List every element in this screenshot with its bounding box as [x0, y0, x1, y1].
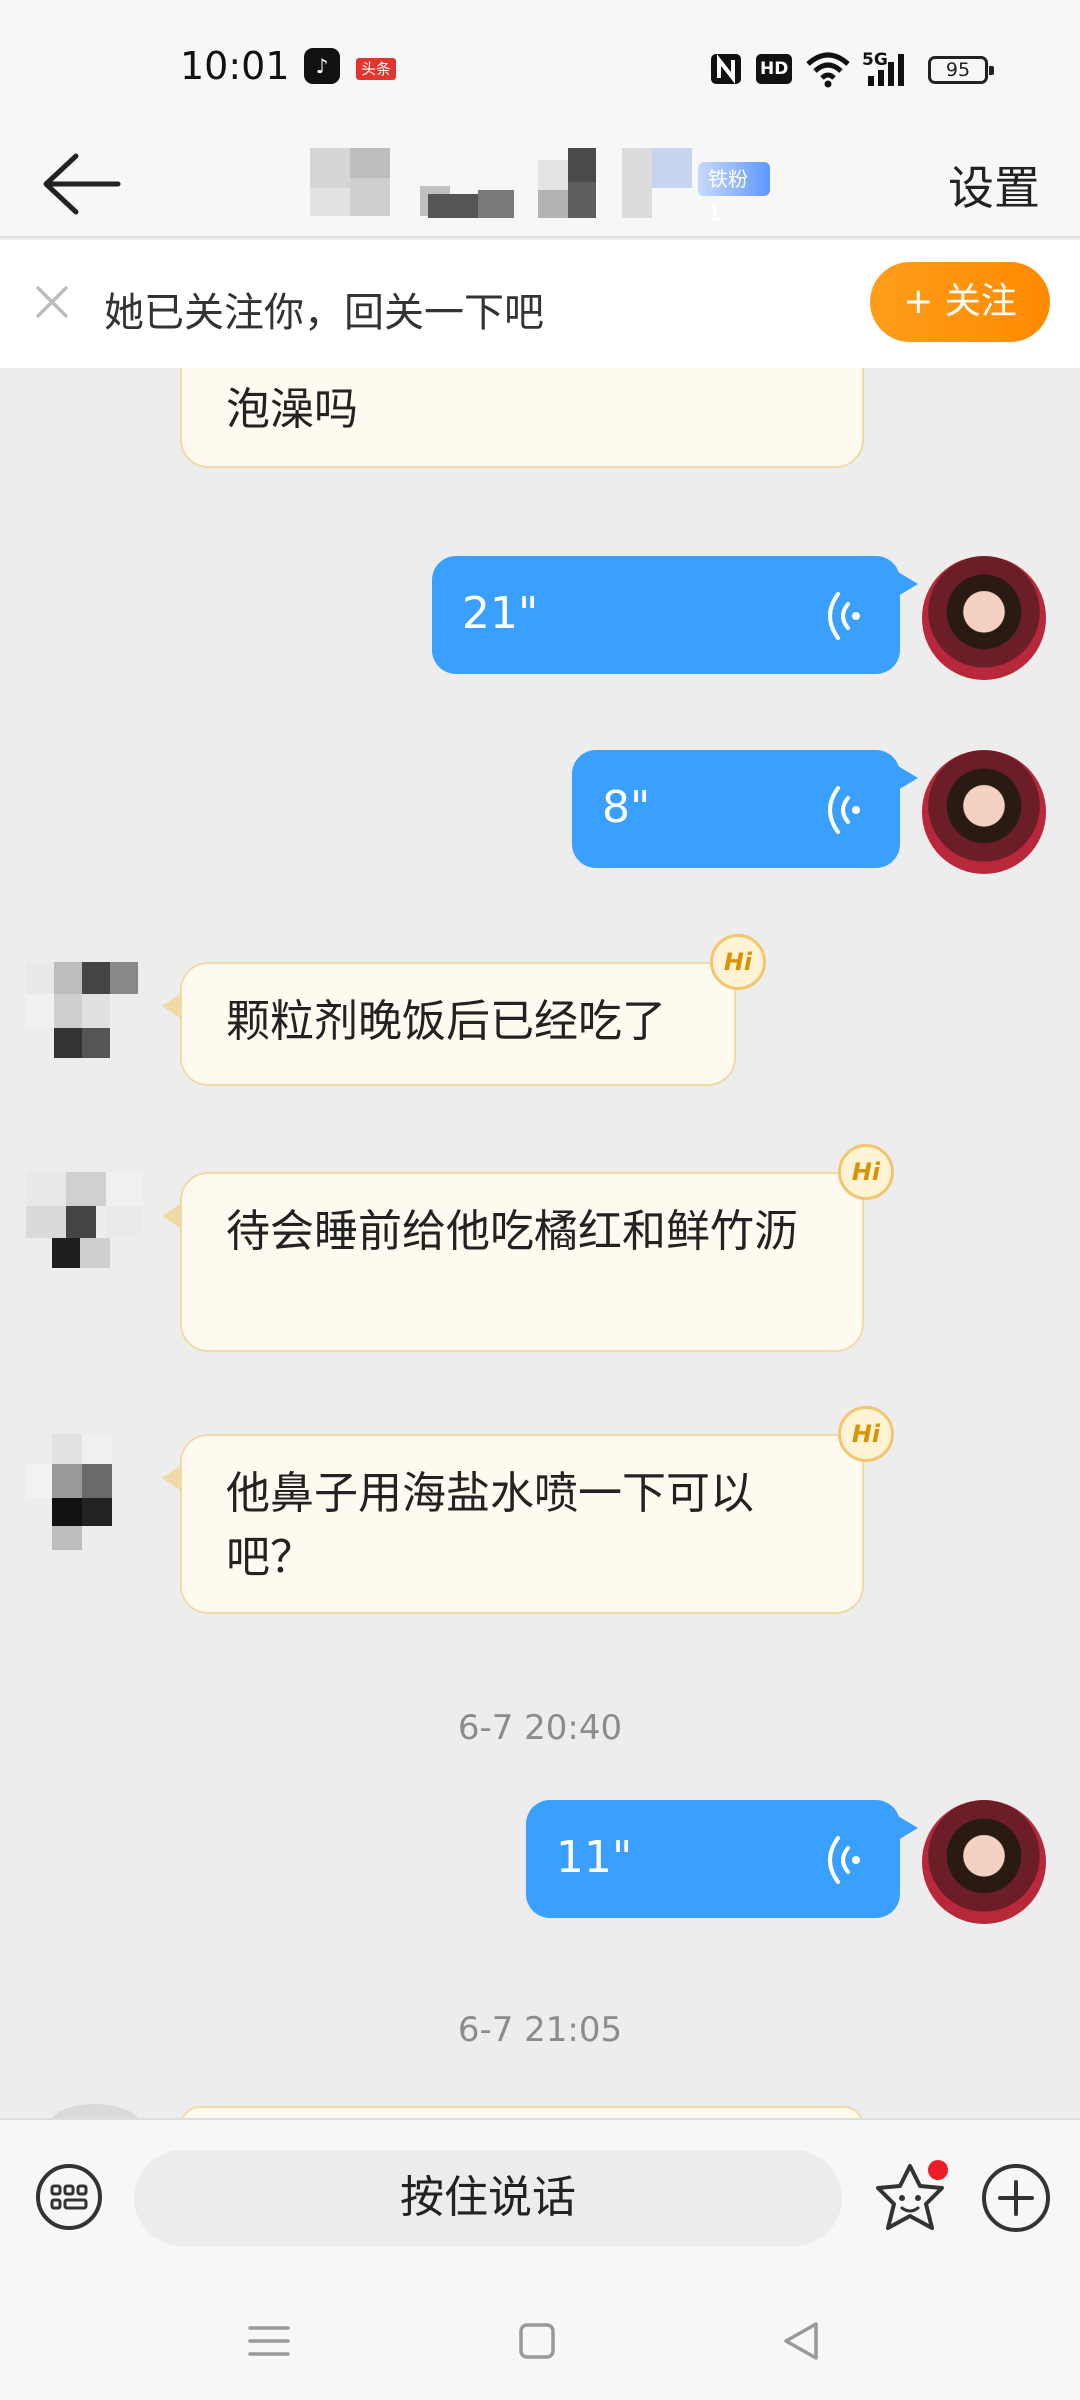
message-item: 8" [0, 750, 1080, 874]
voice-message-bubble[interactable]: 11" [526, 1800, 900, 1918]
fan-level-badge: 铁粉1 [698, 162, 770, 225]
hold-to-talk-button[interactable]: 按住说话 [134, 2150, 842, 2246]
my-avatar[interactable] [922, 1800, 1046, 1924]
contact-avatar[interactable] [50, 2104, 140, 2118]
system-navigation-bar [0, 2278, 1080, 2400]
message-item: 颗粒剂晚饭后已经吃了 Hi [0, 934, 1080, 1092]
hd-icon: HD [756, 54, 793, 84]
voice-wave-icon [828, 786, 860, 834]
status-bar: 10:01 ♪ 头条 HD 5G 95 [0, 0, 1080, 130]
message-list[interactable]: 泡澡吗 21" 8" 颗粒剂晚饭后已经吃了 Hi 待会睡前给他吃橘红和鲜竹沥 H… [0, 368, 1080, 2118]
wifi-icon [806, 52, 850, 88]
message-bubble-incoming[interactable]: 颗粒剂晚饭后已经吃了 [180, 962, 736, 1086]
voice-wave-icon [828, 1836, 860, 1884]
message-text: 他鼻子用海盐水喷一下可以吧？ [226, 1468, 754, 1583]
contact-avatar[interactable] [26, 1172, 156, 1302]
message-bubble-incoming[interactable]: 他鼻子用海盐水喷一下可以吧？ [180, 1434, 864, 1614]
status-time: 10:01 [180, 44, 290, 88]
message-bubble-incoming[interactable]: 泡澡吗 [180, 368, 864, 468]
my-avatar[interactable] [922, 556, 1046, 680]
hi-badge-icon[interactable]: Hi [838, 1144, 894, 1200]
message-item: 泡澡吗 [0, 368, 1080, 468]
contact-avatar[interactable] [26, 368, 156, 458]
more-plus-icon[interactable] [980, 2162, 1052, 2234]
follow-back-prompt: 她已关注你，回关一下吧 [104, 290, 544, 336]
follow-back-banner: 她已关注你，回关一下吧 + 关注 [0, 240, 1080, 368]
contact-avatar[interactable] [26, 962, 156, 1092]
message-item: 11" [0, 1800, 1080, 1924]
sticker-icon[interactable] [870, 2158, 950, 2238]
message-item: 21" [0, 556, 1080, 680]
input-bar: 按住说话 [0, 2118, 1080, 2278]
settings-button[interactable]: 设置 [948, 152, 1040, 218]
menu-icon[interactable] [244, 2316, 294, 2366]
message-item: 他鼻子用海盐水喷一下可以吧？ Hi [0, 1406, 1080, 1614]
home-icon[interactable] [512, 2316, 562, 2366]
message-text: 待会睡前给他吃橘红和鲜竹沥 [226, 1206, 798, 1257]
voice-duration: 21" [462, 588, 539, 639]
message-bubble-incoming[interactable] [180, 2106, 864, 2118]
contact-name-blurred: 铁粉1 [310, 140, 770, 230]
voice-duration: 11" [556, 1832, 633, 1883]
chat-header: 铁粉1 设置 [0, 130, 1080, 238]
timestamp: 6-7 21:05 [457, 2010, 623, 2050]
my-avatar[interactable] [922, 750, 1046, 874]
contact-avatar[interactable] [26, 1434, 156, 1564]
hi-badge-icon[interactable]: Hi [838, 1406, 894, 1462]
back-arrow-icon[interactable] [36, 146, 126, 222]
voice-message-bubble[interactable]: 8" [572, 750, 900, 868]
message-text: 泡澡吗 [226, 384, 358, 435]
close-icon[interactable] [30, 280, 74, 324]
message-bubble-incoming[interactable]: 待会睡前给他吃橘红和鲜竹沥 [180, 1172, 864, 1352]
follow-button[interactable]: + 关注 [870, 262, 1050, 342]
message-text: 颗粒剂晚饭后已经吃了 [226, 996, 666, 1047]
back-icon[interactable] [776, 2316, 826, 2366]
signal-icon [868, 54, 904, 86]
voice-message-bubble[interactable]: 21" [432, 556, 900, 674]
keyboard-toggle-icon[interactable] [34, 2162, 104, 2232]
battery-icon: 95 [928, 56, 994, 84]
voice-duration: 8" [602, 782, 651, 833]
timestamp: 6-7 20:40 [457, 1708, 623, 1748]
voice-wave-icon [828, 592, 860, 640]
nfc-icon [711, 54, 741, 84]
tiktok-icon: ♪ [304, 48, 340, 84]
hi-badge-icon[interactable]: Hi [710, 934, 766, 990]
message-item [0, 2104, 1080, 2118]
toutiao-badge: 头条 [356, 58, 397, 80]
message-item: 待会睡前给他吃橘红和鲜竹沥 Hi [0, 1144, 1080, 1352]
